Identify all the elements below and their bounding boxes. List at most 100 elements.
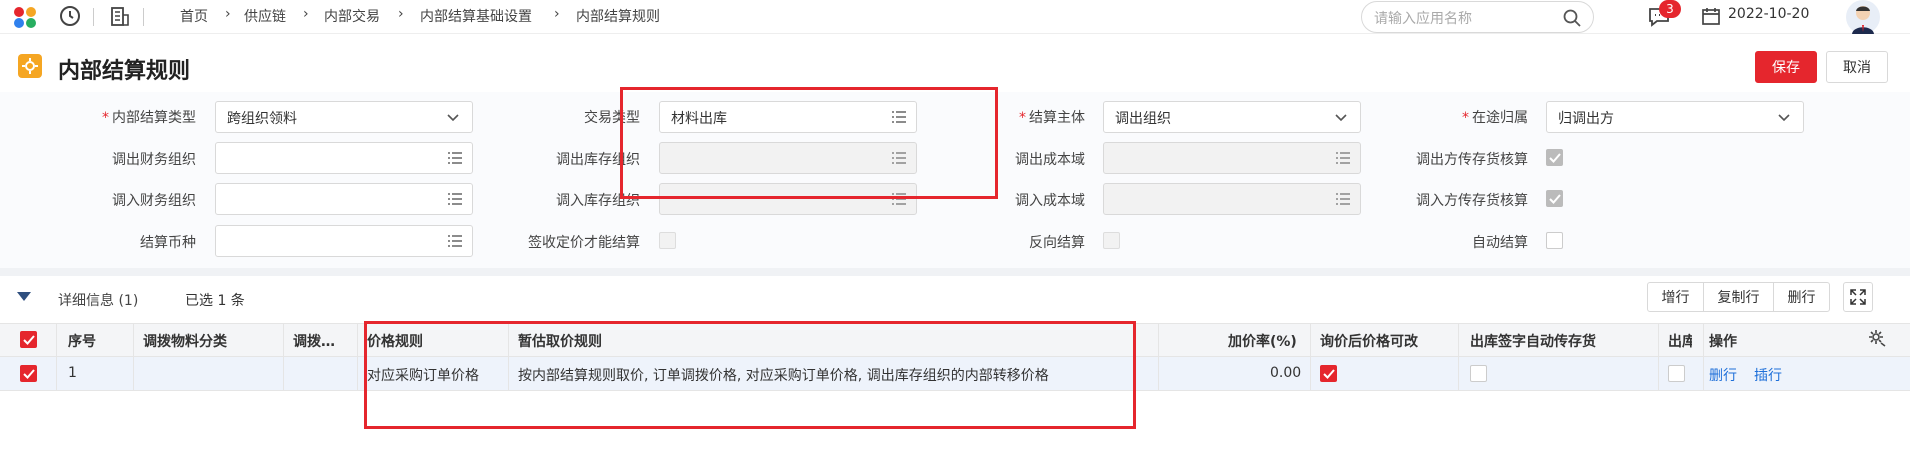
annotation-highlight-box <box>620 87 998 199</box>
column-divider <box>283 323 284 391</box>
out-finance-org-label: 调出财务组织 <box>112 152 196 168</box>
row-markup[interactable]: 0.00 <box>1270 365 1301 381</box>
collapse-triangle-icon[interactable] <box>17 292 31 302</box>
expand-icon <box>1850 289 1866 305</box>
page-title: 内部结算规则 <box>58 59 191 84</box>
column-header-actions: 操作 <box>1709 334 1737 350</box>
auto-settlement-checkbox[interactable] <box>1546 232 1563 249</box>
column-divider <box>1658 323 1659 391</box>
column-divider <box>133 323 134 391</box>
chevron-down-icon <box>447 114 459 122</box>
current-date: 2022-10-20 <box>1728 6 1810 22</box>
calendar-icon[interactable] <box>1701 6 1721 26</box>
list-icon <box>1336 193 1350 205</box>
out-finance-org-input[interactable] <box>215 142 473 174</box>
row-insert-link[interactable]: 插行 <box>1754 365 1782 385</box>
in-pass-stock-label: 调入方传存货核算 <box>1416 193 1528 209</box>
list-icon[interactable] <box>448 193 462 205</box>
reverse-settlement-checkbox <box>1103 232 1120 249</box>
out-stock-org-label: 调出库存组织 <box>556 152 640 168</box>
column-settings-icon[interactable] <box>1868 329 1886 347</box>
row-auto-pass-checkbox[interactable] <box>1470 365 1487 382</box>
avatar[interactable] <box>1846 0 1880 34</box>
selected-count: 已选 1 条 <box>185 293 245 309</box>
reverse-settlement-label: 反向结算 <box>1029 235 1085 251</box>
column-header-transfer: 调拨… <box>293 334 335 350</box>
checkmark-icon <box>23 369 35 379</box>
add-row-button[interactable]: 增行 <box>1647 282 1704 312</box>
copy-row-button[interactable]: 复制行 <box>1703 282 1774 312</box>
settlement-rule-icon <box>18 54 42 78</box>
column-header-index: 序号 <box>68 334 96 350</box>
out-pass-stock-checkbox[interactable] <box>1546 149 1563 166</box>
column-divider <box>1458 323 1459 391</box>
app-logo-icon[interactable] <box>12 5 38 29</box>
annotation-highlight-box <box>364 321 1136 429</box>
out-pass-stock-label: 调出方传存货核算 <box>1416 152 1528 168</box>
currency-label: 结算币种 <box>140 235 196 251</box>
checkmark-icon <box>23 335 35 345</box>
column-header-outbound: 出库 <box>1668 334 1692 350</box>
chevron-right-icon: › <box>225 6 231 22</box>
currency-input[interactable] <box>215 225 473 257</box>
breadcrumb-settlement-settings[interactable]: 内部结算基础设置 <box>420 6 532 26</box>
cancel-button[interactable]: 取消 <box>1826 51 1888 83</box>
column-divider <box>1158 323 1159 391</box>
row-delete-link[interactable]: 删行 <box>1709 365 1737 385</box>
column-divider <box>1310 323 1311 391</box>
out-cost-domain-input <box>1103 142 1361 174</box>
auto-settlement-label: 自动结算 <box>1472 235 1528 251</box>
row-price-editable-checkbox[interactable] <box>1320 365 1337 382</box>
chevron-down-icon <box>1335 114 1347 122</box>
column-header-price-editable: 询价后价格可改 <box>1320 334 1418 350</box>
detail-section-title: 详细信息 (1) <box>58 293 139 309</box>
search-icon[interactable] <box>1563 9 1581 27</box>
sign-price-checkbox <box>659 232 676 249</box>
settlement-type-select[interactable]: 跨组织领料 <box>215 101 473 133</box>
history-clock-icon[interactable] <box>59 5 81 27</box>
in-transit-select[interactable]: 归调出方 <box>1546 101 1804 133</box>
search-placeholder: 请输入应用名称 <box>1374 11 1472 27</box>
row-index: 1 <box>68 365 77 381</box>
top-bar <box>0 0 1910 34</box>
in-finance-org-input[interactable] <box>215 183 473 215</box>
chevron-right-icon: › <box>554 6 560 22</box>
column-divider <box>1703 323 1704 391</box>
sign-price-label: 签收定价才能结算 <box>528 235 640 251</box>
row-checkbox[interactable] <box>20 365 37 382</box>
checkmark-icon <box>1549 153 1561 163</box>
in-finance-org-label: 调入财务组织 <box>112 193 196 209</box>
list-icon[interactable] <box>448 235 462 247</box>
checkmark-icon <box>1323 369 1335 379</box>
transaction-type-label: 交易类型 <box>584 110 640 126</box>
column-divider <box>56 323 57 391</box>
column-header-markup: 加价率(%) <box>1228 334 1297 350</box>
save-button[interactable]: 保存 <box>1755 51 1817 83</box>
in-pass-stock-checkbox[interactable] <box>1546 190 1563 207</box>
chevron-right-icon: › <box>303 6 309 22</box>
breadcrumb-supply-chain[interactable]: 供应链 <box>244 6 286 26</box>
building-icon[interactable] <box>109 5 131 27</box>
column-header-category: 调拨物料分类 <box>143 334 227 350</box>
select-all-checkbox[interactable] <box>20 331 37 348</box>
checkmark-icon <box>1549 194 1561 204</box>
list-icon[interactable] <box>448 152 462 164</box>
breadcrumb-current: 内部结算规则 <box>576 9 660 25</box>
settlement-type-label: * 内部结算类型 <box>102 110 196 126</box>
divider <box>143 8 144 26</box>
in-transit-label: * 在途归属 <box>1462 110 1528 126</box>
chevron-right-icon: › <box>398 6 404 22</box>
app-search-input[interactable]: 请输入应用名称 <box>1361 1 1594 33</box>
breadcrumb-home[interactable]: 首页 <box>180 6 208 26</box>
fullscreen-button[interactable] <box>1843 282 1873 312</box>
row-outbound-checkbox[interactable] <box>1668 365 1685 382</box>
in-cost-domain-input <box>1103 183 1361 215</box>
breadcrumb-internal-trade[interactable]: 内部交易 <box>324 6 380 26</box>
delete-row-button[interactable]: 删行 <box>1773 282 1830 312</box>
divider <box>93 8 94 26</box>
section-divider <box>0 268 1910 276</box>
chevron-down-icon <box>1778 114 1790 122</box>
column-divider <box>357 323 358 391</box>
notification-badge: 3 <box>1659 0 1681 18</box>
settlement-subject-select[interactable]: 调出组织 <box>1103 101 1361 133</box>
